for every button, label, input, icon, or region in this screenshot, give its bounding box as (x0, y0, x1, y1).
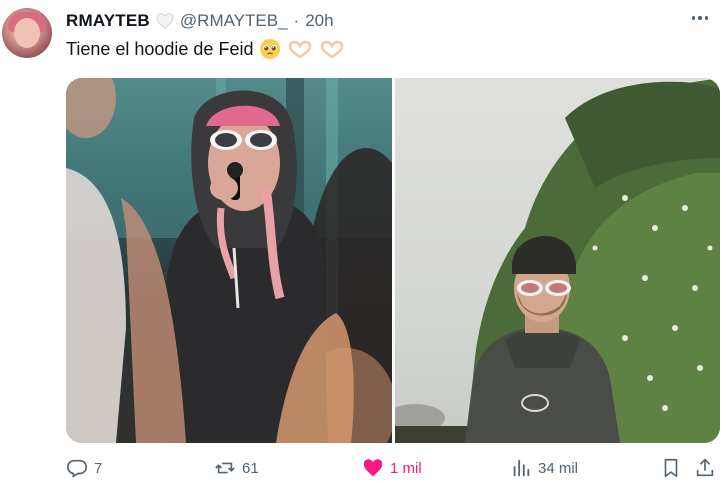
views-count: 34 mil (538, 459, 579, 477)
share-icon (696, 458, 714, 477)
views-chart-icon (513, 459, 530, 477)
heart-hands-emoji-icon (321, 40, 344, 59)
separator-dot: · (293, 11, 300, 30)
white-heart-icon (156, 13, 174, 29)
tweet-text-content: Tiene el hoodie de Feid (66, 38, 254, 59)
avatar-face (14, 18, 40, 48)
reply-count: 7 (94, 459, 103, 477)
user-handle[interactable]: @RMAYTEB_ (180, 11, 288, 31)
repost-button[interactable]: 61 (214, 454, 259, 482)
heart-hands-emoji-icon (289, 40, 312, 59)
repost-count: 61 (242, 459, 259, 477)
photo-performer[interactable] (66, 78, 392, 443)
reply-icon (67, 459, 87, 478)
pleading-face-emoji-icon (260, 39, 281, 59)
share-button[interactable] (694, 454, 716, 482)
more-options-icon[interactable] (688, 6, 712, 30)
tweet-text: Tiene el hoodie de Feid (66, 38, 345, 60)
repost-icon (215, 462, 235, 474)
photo-feid[interactable] (395, 78, 720, 443)
like-button[interactable]: 1 mil (362, 454, 422, 482)
heart-filled-icon (363, 459, 383, 477)
photo-performer-illustration (66, 78, 392, 443)
timestamp[interactable]: 20h (305, 11, 333, 31)
photo-feid-illustration (395, 78, 720, 443)
media-grid (66, 78, 720, 443)
display-name[interactable]: RMAYTEB (66, 11, 150, 31)
like-count: 1 mil (390, 459, 422, 477)
reply-button[interactable]: 7 (66, 454, 102, 482)
author-avatar[interactable] (2, 8, 52, 58)
tweet-actions: 7 61 1 mil 34 mil (66, 454, 720, 482)
tweet-header: RMAYTEB @RMAYTEB_ · 20h (66, 10, 334, 32)
bookmark-icon (664, 458, 678, 478)
views-button[interactable]: 34 mil (510, 454, 578, 482)
bookmark-button[interactable] (660, 454, 682, 482)
